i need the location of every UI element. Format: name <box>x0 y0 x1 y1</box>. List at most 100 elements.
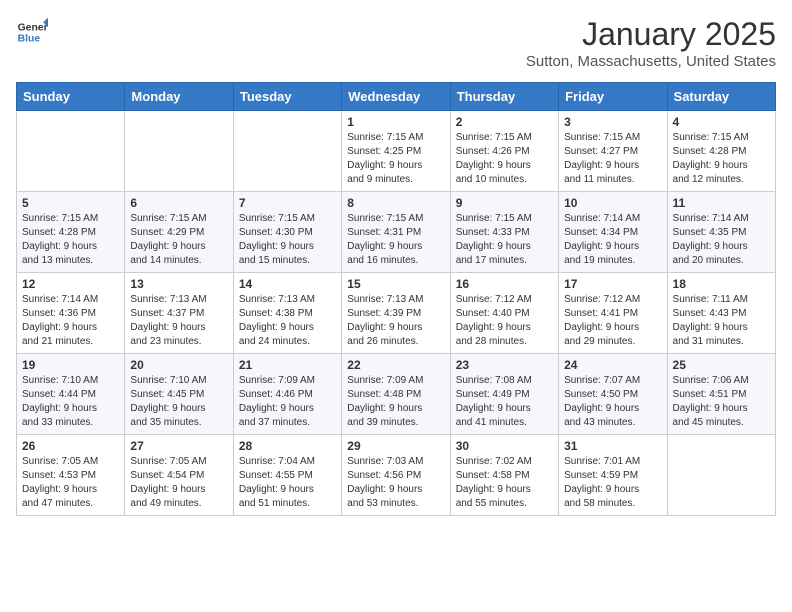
day-number: 23 <box>456 358 553 372</box>
weekday-header: Sunday <box>17 83 125 111</box>
calendar-cell: 24Sunrise: 7:07 AM Sunset: 4:50 PM Dayli… <box>559 354 667 435</box>
day-number: 8 <box>347 196 444 210</box>
day-number: 14 <box>239 277 336 291</box>
day-number: 19 <box>22 358 119 372</box>
calendar-week-row: 26 Sunrise: 7:05 AM Sunset: 4:53 PM Dayli… <box>17 435 776 516</box>
day-number: 9 <box>456 196 553 210</box>
day-info: Sunrise: 7:10 AM Sunset: 4:45 PM Dayligh… <box>130 374 227 430</box>
calendar-cell: 5 Sunrise: 7:15 AM Sunset: 4:28 PM Daylig… <box>17 192 125 273</box>
day-info: Sunrise: 7:12 AM Sunset: 4:41 PM Dayligh… <box>564 293 661 349</box>
calendar-cell: 30 Sunrise: 7:02 AM Sunset: 4:58 PM Dayli… <box>450 435 558 516</box>
day-number: 4 <box>673 115 770 129</box>
day-info: Sunrise: 7:15 AM Sunset: 4:30 PM Dayligh… <box>239 212 336 268</box>
calendar-cell: 11 Sunrise: 7:14 AM Sunset: 4:35 PM Dayli… <box>667 192 775 273</box>
day-info: Sunrise: 7:13 AM Sunset: 4:37 PM Dayligh… <box>130 293 227 349</box>
day-info: Sunrise: 7:09 AM Sunset: 4:48 PM Dayligh… <box>347 374 444 430</box>
calendar-week-row: 12 Sunrise: 7:14 AM Sunset: 4:36 PM Dayli… <box>17 273 776 354</box>
day-number: 26 <box>22 439 119 453</box>
day-number: 30 <box>456 439 553 453</box>
weekday-header-row: SundayMondayTuesdayWednesdayThursdayFrid… <box>17 83 776 111</box>
day-info: Sunrise: 7:06 AM Sunset: 4:51 PM Dayligh… <box>673 374 770 430</box>
day-info: Sunrise: 7:10 AM Sunset: 4:44 PM Dayligh… <box>22 374 119 430</box>
weekday-header: Wednesday <box>342 83 450 111</box>
day-info: Sunrise: 7:15 AM Sunset: 4:25 PM Dayligh… <box>347 131 444 187</box>
calendar-cell: 27Sunrise: 7:05 AM Sunset: 4:54 PM Dayli… <box>125 435 233 516</box>
day-number: 17 <box>564 277 661 291</box>
day-info: Sunrise: 7:03 AM Sunset: 4:56 PM Dayligh… <box>347 455 444 511</box>
day-number: 29 <box>347 439 444 453</box>
location: Sutton, Massachusetts, United States <box>526 53 776 70</box>
calendar-cell: 31 Sunrise: 7:01 AM Sunset: 4:59 PM Dayli… <box>559 435 667 516</box>
day-number: 13 <box>130 277 227 291</box>
calendar-table: SundayMondayTuesdayWednesdayThursdayFrid… <box>16 82 776 516</box>
day-info: Sunrise: 7:12 AM Sunset: 4:40 PM Dayligh… <box>456 293 553 349</box>
svg-text:Blue: Blue <box>18 34 41 45</box>
calendar-cell: 25 Sunrise: 7:06 AM Sunset: 4:51 PM Dayli… <box>667 354 775 435</box>
month-title: January 2025 <box>526 16 776 53</box>
day-info: Sunrise: 7:15 AM Sunset: 4:31 PM Dayligh… <box>347 212 444 268</box>
day-info: Sunrise: 7:14 AM Sunset: 4:34 PM Dayligh… <box>564 212 661 268</box>
calendar-cell: 7Sunrise: 7:15 AM Sunset: 4:30 PM Daylig… <box>233 192 341 273</box>
day-number: 20 <box>130 358 227 372</box>
calendar-cell: 16 Sunrise: 7:12 AM Sunset: 4:40 PM Dayli… <box>450 273 558 354</box>
weekday-header: Tuesday <box>233 83 341 111</box>
day-info: Sunrise: 7:14 AM Sunset: 4:35 PM Dayligh… <box>673 212 770 268</box>
calendar-cell: 2 Sunrise: 7:15 AM Sunset: 4:26 PM Daylig… <box>450 111 558 192</box>
day-info: Sunrise: 7:13 AM Sunset: 4:39 PM Dayligh… <box>347 293 444 349</box>
calendar-cell: 19 Sunrise: 7:10 AM Sunset: 4:44 PM Dayli… <box>17 354 125 435</box>
calendar-cell: 17 Sunrise: 7:12 AM Sunset: 4:41 PM Dayli… <box>559 273 667 354</box>
day-number: 25 <box>673 358 770 372</box>
day-number: 10 <box>564 196 661 210</box>
calendar-cell: 23 Sunrise: 7:08 AM Sunset: 4:49 PM Dayli… <box>450 354 558 435</box>
calendar-cell: 1 Sunrise: 7:15 AM Sunset: 4:25 PM Daylig… <box>342 111 450 192</box>
calendar-cell: 3Sunrise: 7:15 AM Sunset: 4:27 PM Daylig… <box>559 111 667 192</box>
day-number: 2 <box>456 115 553 129</box>
day-number: 11 <box>673 196 770 210</box>
calendar-cell: 12 Sunrise: 7:14 AM Sunset: 4:36 PM Dayli… <box>17 273 125 354</box>
calendar-cell: 29 Sunrise: 7:03 AM Sunset: 4:56 PM Dayli… <box>342 435 450 516</box>
day-info: Sunrise: 7:15 AM Sunset: 4:29 PM Dayligh… <box>130 212 227 268</box>
day-number: 22 <box>347 358 444 372</box>
day-number: 15 <box>347 277 444 291</box>
calendar-cell: 13 Sunrise: 7:13 AM Sunset: 4:37 PM Dayli… <box>125 273 233 354</box>
title-block: January 2025 Sutton, Massachusetts, Unit… <box>526 16 776 70</box>
weekday-header: Friday <box>559 83 667 111</box>
day-info: Sunrise: 7:01 AM Sunset: 4:59 PM Dayligh… <box>564 455 661 511</box>
calendar-cell <box>17 111 125 192</box>
day-info: Sunrise: 7:04 AM Sunset: 4:55 PM Dayligh… <box>239 455 336 511</box>
page-header: General Blue January 2025 Sutton, Massac… <box>16 16 776 70</box>
day-info: Sunrise: 7:05 AM Sunset: 4:53 PM Dayligh… <box>22 455 119 511</box>
day-info: Sunrise: 7:14 AM Sunset: 4:36 PM Dayligh… <box>22 293 119 349</box>
logo: General Blue <box>16 16 48 48</box>
calendar-cell: 9 Sunrise: 7:15 AM Sunset: 4:33 PM Daylig… <box>450 192 558 273</box>
day-info: Sunrise: 7:08 AM Sunset: 4:49 PM Dayligh… <box>456 374 553 430</box>
day-info: Sunrise: 7:15 AM Sunset: 4:28 PM Dayligh… <box>22 212 119 268</box>
calendar-cell: 8 Sunrise: 7:15 AM Sunset: 4:31 PM Daylig… <box>342 192 450 273</box>
calendar-cell <box>125 111 233 192</box>
day-info: Sunrise: 7:15 AM Sunset: 4:27 PM Dayligh… <box>564 131 661 187</box>
calendar-cell: 4 Sunrise: 7:15 AM Sunset: 4:28 PM Daylig… <box>667 111 775 192</box>
calendar-cell: 10 Sunrise: 7:14 AM Sunset: 4:34 PM Dayli… <box>559 192 667 273</box>
calendar-week-row: 5 Sunrise: 7:15 AM Sunset: 4:28 PM Daylig… <box>17 192 776 273</box>
day-number: 16 <box>456 277 553 291</box>
calendar-cell: 22 Sunrise: 7:09 AM Sunset: 4:48 PM Dayli… <box>342 354 450 435</box>
day-number: 12 <box>22 277 119 291</box>
day-info: Sunrise: 7:15 AM Sunset: 4:28 PM Dayligh… <box>673 131 770 187</box>
calendar-cell <box>667 435 775 516</box>
calendar-week-row: 19 Sunrise: 7:10 AM Sunset: 4:44 PM Dayli… <box>17 354 776 435</box>
calendar-cell: 18Sunrise: 7:11 AM Sunset: 4:43 PM Dayli… <box>667 273 775 354</box>
calendar-cell: 6Sunrise: 7:15 AM Sunset: 4:29 PM Daylig… <box>125 192 233 273</box>
day-number: 1 <box>347 115 444 129</box>
calendar-cell: 20 Sunrise: 7:10 AM Sunset: 4:45 PM Dayli… <box>125 354 233 435</box>
logo-icon: General Blue <box>16 16 48 48</box>
day-number: 28 <box>239 439 336 453</box>
day-info: Sunrise: 7:07 AM Sunset: 4:50 PM Dayligh… <box>564 374 661 430</box>
day-number: 5 <box>22 196 119 210</box>
day-info: Sunrise: 7:02 AM Sunset: 4:58 PM Dayligh… <box>456 455 553 511</box>
day-info: Sunrise: 7:15 AM Sunset: 4:33 PM Dayligh… <box>456 212 553 268</box>
day-info: Sunrise: 7:15 AM Sunset: 4:26 PM Dayligh… <box>456 131 553 187</box>
day-number: 31 <box>564 439 661 453</box>
day-info: Sunrise: 7:13 AM Sunset: 4:38 PM Dayligh… <box>239 293 336 349</box>
svg-text:General: General <box>18 22 48 33</box>
day-number: 21 <box>239 358 336 372</box>
